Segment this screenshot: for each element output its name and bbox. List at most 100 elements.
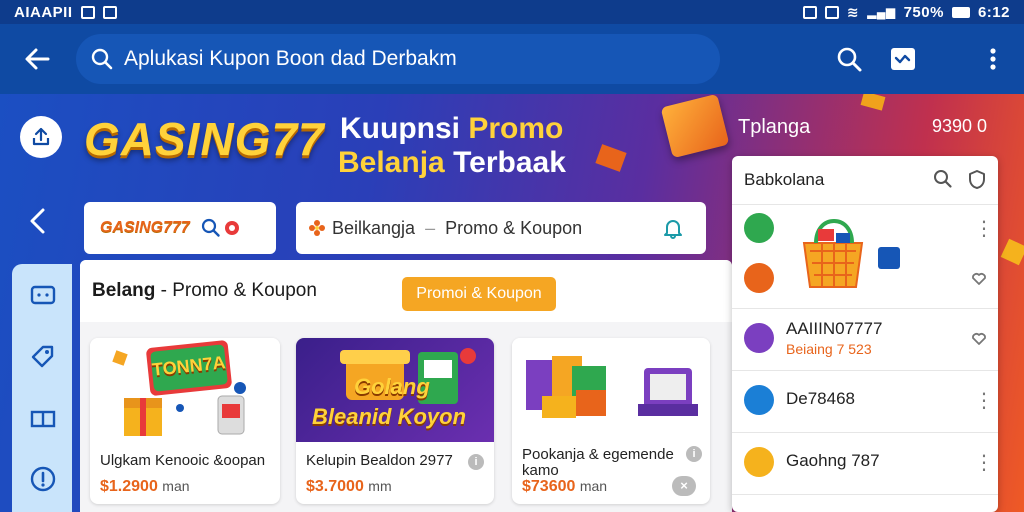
info-icon[interactable]	[28, 464, 58, 494]
category-chip[interactable]: Beilkangja – Promo & Koupon	[296, 202, 706, 254]
list-item-featured[interactable]: ⋮	[732, 204, 998, 304]
promo-word: Terbaak	[453, 146, 566, 179]
heart-icon[interactable]	[970, 269, 988, 287]
chip-text-b: Promo & Koupon	[445, 217, 583, 238]
promo-word: Kuupnsi	[340, 112, 460, 145]
search-query: Aplukasi Kupon Boon dad Derbakm	[124, 47, 457, 70]
wifi-icon: ≋	[846, 3, 860, 20]
product-price: $1.2900 man	[100, 478, 190, 496]
status-left-text: AIAAPII	[14, 3, 73, 21]
cube-decoration	[595, 144, 627, 172]
status-time: 6:12	[977, 3, 1010, 21]
product-image-text: Golang	[354, 374, 430, 399]
product-price: $3.7000 mm	[306, 478, 392, 496]
product-name: Pookanja & egemende	[522, 446, 674, 463]
section-title: Belang - Promo & Koupon	[92, 280, 317, 302]
more-vert-icon[interactable]	[978, 44, 1008, 74]
price-unit: man	[579, 478, 608, 494]
list-item-name: Gaohng 787	[786, 451, 880, 470]
chip-text-a: Beilkangja	[332, 217, 416, 238]
list-item-subtitle: Beiaing 7 523	[786, 341, 872, 357]
battery-percent: 750%	[903, 3, 944, 21]
search-icon	[201, 218, 220, 237]
shield-icon[interactable]	[966, 168, 988, 190]
avatar	[744, 213, 774, 243]
list-item-name: AAIIIN07777	[786, 319, 883, 338]
price-amount: $73600	[522, 478, 576, 495]
side-list-panel: Babkolana ⋮ AAIIIN07777 Beiaing 7 523 De…	[732, 156, 998, 512]
share-button[interactable]	[20, 116, 62, 158]
section-title-rest: - Promo & Koupon	[155, 280, 317, 301]
battery-icon	[951, 6, 970, 18]
wallet-icon[interactable]	[28, 280, 58, 310]
price-unit: man	[162, 478, 190, 494]
brand-logo-text: GASING77	[84, 113, 325, 165]
more-vert-icon[interactable]: ⋮	[974, 453, 994, 473]
status-alarm-icon	[802, 5, 817, 19]
list-item-name: De78468	[786, 389, 856, 408]
signal-icon: ▂▄▆	[867, 5, 896, 19]
back-arrow-icon[interactable]	[22, 44, 52, 74]
product-image	[512, 338, 710, 442]
info-icon[interactable]: i	[686, 446, 702, 462]
promo-main-card: Belang - Promo & Koupon Promoi & Koupon	[80, 260, 732, 512]
avatar	[744, 447, 774, 477]
status-notification-icon	[80, 5, 95, 19]
promo-word: Belanja	[338, 146, 445, 179]
hero-side-number: 9390 0	[932, 116, 988, 136]
info-icon[interactable]: i	[468, 454, 484, 470]
status-app-icon	[102, 5, 117, 19]
inbox-icon[interactable]	[888, 44, 918, 74]
status-bar: AIAAPII ≋ ▂▄▆ 750% 6:12	[0, 0, 1024, 24]
book-icon[interactable]	[28, 404, 58, 434]
share-icon	[32, 127, 50, 146]
side-panel-header: Babkolana	[732, 156, 998, 204]
avatar	[744, 385, 774, 415]
flower-icon	[309, 220, 325, 236]
list-item[interactable]: Gaohng 787 ⋮	[732, 432, 998, 492]
bell-icon[interactable]	[662, 217, 684, 239]
check-badge-icon	[878, 247, 900, 269]
search-icon[interactable]	[932, 168, 954, 190]
list-item[interactable]: AAIIIN07777 Beiaing 7 523	[732, 308, 998, 368]
brand-chip[interactable]: GASING777	[84, 202, 276, 254]
more-vert-icon[interactable]: ⋮	[974, 219, 994, 239]
chip-separator: –	[425, 217, 436, 238]
product-card[interactable]: Pookanja & egemende kamo i $73600 man ×	[512, 338, 710, 504]
price-unit: mm	[368, 478, 392, 494]
promo-headline-line2: Belanja Terbaak	[338, 146, 566, 180]
chevron-left-icon[interactable]	[26, 206, 50, 244]
left-rail	[12, 264, 72, 512]
search-button-icon[interactable]	[834, 44, 864, 74]
product-name-line2: kamo	[522, 462, 559, 479]
promo-coupon-button[interactable]: Promoi & Koupon	[402, 277, 556, 311]
gift-box-decoration	[660, 94, 730, 159]
heart-icon[interactable]	[970, 329, 988, 347]
avatar	[744, 323, 774, 353]
cube-decoration	[860, 94, 886, 111]
product-image-text: Bleanid Koyon	[312, 404, 467, 429]
tag-icon[interactable]	[28, 342, 58, 372]
product-name: Ulgkam Kenooic &oopan	[100, 452, 266, 469]
close-icon[interactable]: ×	[672, 476, 696, 496]
app-bar: Aplukasi Kupon Boon dad Derbakm	[0, 24, 1024, 94]
product-card[interactable]: TONN7A Ulgkam Kenooic &oopan $1.2900 man	[90, 338, 280, 504]
more-vert-icon[interactable]: ⋮	[974, 391, 994, 411]
side-panel-title: Babkolana	[744, 170, 825, 189]
promo-word: Promo	[468, 112, 564, 145]
section-title-bold: Belang	[92, 280, 156, 301]
product-card[interactable]: Golang Bleanid Koyon Kelupin Bealdon 297…	[296, 338, 494, 504]
cube-decoration	[1000, 238, 1024, 266]
main-card-header: Belang - Promo & Koupon Promoi & Koupon	[80, 260, 732, 322]
product-image: Golang Bleanid Koyon	[296, 338, 494, 442]
price-amount: $1.2900	[100, 478, 158, 495]
hero-side-label: Tplanga	[738, 116, 811, 138]
chip-brand-logo: GASING777	[100, 219, 190, 236]
search-bar[interactable]: Aplukasi Kupon Boon dad Derbakm	[76, 34, 720, 84]
product-price: $73600 man	[522, 478, 607, 496]
list-item[interactable]: De78468 ⋮	[732, 370, 998, 430]
product-image: TONN7A	[90, 338, 280, 442]
badge-icon	[224, 221, 239, 235]
shopping-basket-icon	[802, 218, 864, 288]
hero-banner: GASING77 Kuupnsi Promo Belanja Terbaak T…	[0, 94, 1024, 512]
